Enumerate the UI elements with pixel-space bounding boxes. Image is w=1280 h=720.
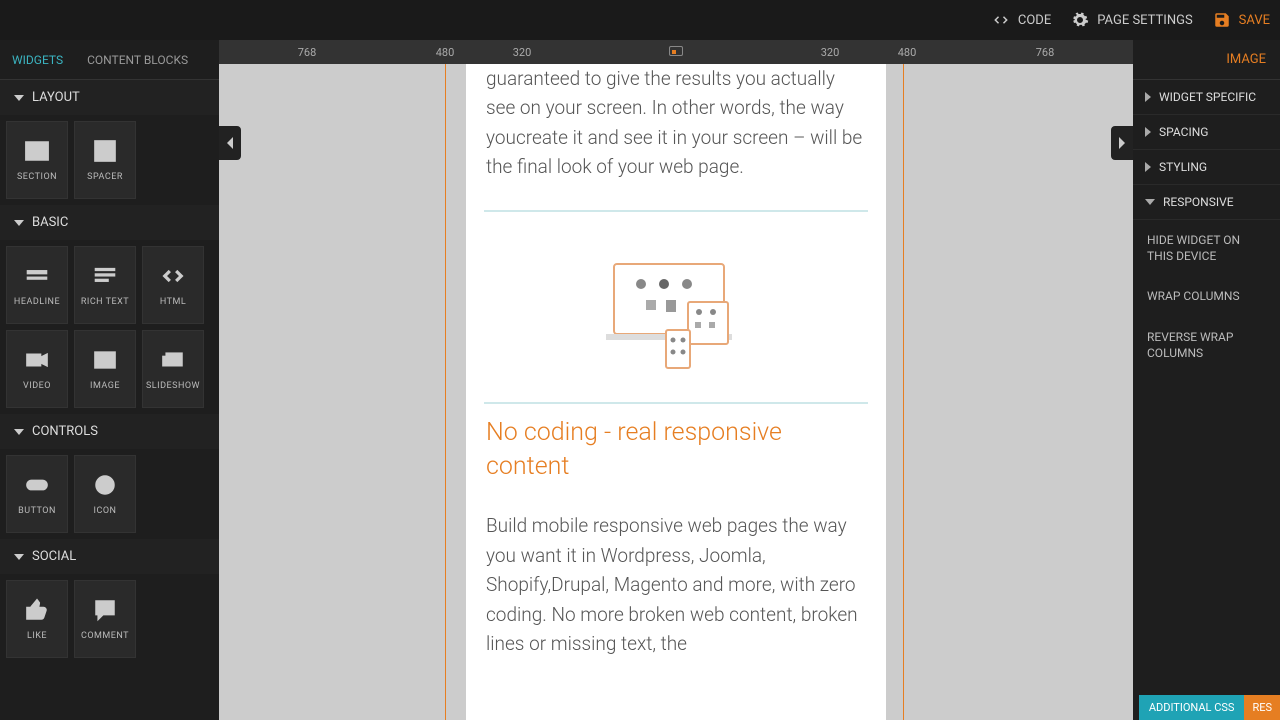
- widget-spacer[interactable]: SPACER: [74, 121, 136, 199]
- tab-widgets[interactable]: WIDGETS: [0, 40, 75, 79]
- widget-richtext[interactable]: RICH TEXT: [74, 246, 136, 324]
- widget-html[interactable]: HTML: [142, 246, 204, 324]
- canvas-prev-button[interactable]: [219, 126, 241, 160]
- save-button[interactable]: SAVE: [1213, 11, 1270, 29]
- tab-content-blocks[interactable]: CONTENT BLOCKS: [75, 40, 200, 79]
- reset-button[interactable]: RES: [1244, 695, 1280, 720]
- image-icon: [92, 347, 118, 373]
- ruler: 768 480 320 320 480 768: [219, 40, 1133, 64]
- properties-tab-image[interactable]: IMAGE: [1133, 40, 1280, 80]
- widget-slideshow[interactable]: SLIDESHOW: [142, 330, 204, 408]
- code-icon: [992, 11, 1010, 29]
- section-styling[interactable]: STYLING: [1133, 150, 1280, 185]
- widgets-panel: WIDGETS CONTENT BLOCKS LAYOUT SECTION SP…: [0, 40, 219, 720]
- widget-video[interactable]: VIDEO: [6, 330, 68, 408]
- widget-image[interactable]: IMAGE: [74, 330, 136, 408]
- top-toolbar: CODE PAGE SETTINGS SAVE: [0, 0, 1280, 40]
- headline-icon: [24, 263, 50, 289]
- richtext-icon: [92, 263, 118, 289]
- breakpoint-guide[interactable]: [445, 64, 446, 720]
- option-reverse-wrap[interactable]: REVERSE WRAP COLUMNS: [1133, 317, 1280, 373]
- group-social[interactable]: SOCIAL: [0, 539, 219, 574]
- button-icon: [24, 472, 50, 498]
- widget-button[interactable]: BUTTON: [6, 455, 68, 533]
- section-responsive[interactable]: RESPONSIVE: [1133, 185, 1280, 220]
- properties-panel: IMAGE WIDGET SPECIFIC SPACING STYLING RE…: [1133, 40, 1280, 720]
- section-icon: [24, 138, 50, 164]
- chevron-right-icon: [1117, 136, 1127, 150]
- page-settings-label: PAGE SETTINGS: [1097, 13, 1192, 28]
- breakpoint-guide[interactable]: [903, 64, 904, 720]
- like-icon: [24, 597, 50, 623]
- group-basic[interactable]: BASIC: [0, 205, 219, 240]
- widget-section[interactable]: SECTION: [6, 121, 68, 199]
- widget-headline[interactable]: HEADLINE: [6, 246, 68, 324]
- code-button[interactable]: CODE: [992, 11, 1051, 29]
- group-controls[interactable]: CONTROLS: [0, 414, 219, 449]
- body-text: guaranteed to give the results you actua…: [486, 64, 866, 182]
- body-text: Build mobile responsive web pages the wa…: [486, 511, 866, 658]
- devices-illustration-icon: [596, 256, 756, 376]
- page-settings-button[interactable]: PAGE SETTINGS: [1071, 11, 1192, 29]
- group-layout[interactable]: LAYOUT: [0, 80, 219, 115]
- section-divider: [484, 210, 868, 212]
- icon-icon: [92, 472, 118, 498]
- comment-icon: [92, 597, 118, 623]
- bottom-actions: ADDITIONAL CSS RES: [1139, 695, 1280, 720]
- widget-like[interactable]: LIKE: [6, 580, 68, 658]
- chevron-left-icon: [225, 136, 235, 150]
- section-widget-specific[interactable]: WIDGET SPECIFIC: [1133, 80, 1280, 115]
- canvas-next-button[interactable]: [1111, 126, 1133, 160]
- section-spacing[interactable]: SPACING: [1133, 115, 1280, 150]
- widget-comment[interactable]: COMMENT: [74, 580, 136, 658]
- page-preview[interactable]: guaranteed to give the results you actua…: [466, 64, 886, 720]
- option-hide-widget[interactable]: HIDE WIDGET ON THIS DEVICE: [1133, 220, 1280, 276]
- video-icon: [24, 347, 50, 373]
- device-indicator-icon: [669, 46, 683, 56]
- slideshow-icon: [160, 347, 186, 373]
- spacer-icon: [92, 138, 118, 164]
- save-label: SAVE: [1239, 13, 1270, 28]
- additional-css-button[interactable]: ADDITIONAL CSS: [1139, 695, 1245, 720]
- illustration: [484, 226, 868, 404]
- code-label: CODE: [1018, 13, 1051, 28]
- gear-icon: [1071, 11, 1089, 29]
- save-icon: [1213, 11, 1231, 29]
- widget-icon[interactable]: ICON: [74, 455, 136, 533]
- option-wrap-columns[interactable]: WRAP COLUMNS: [1133, 276, 1280, 316]
- html-icon: [160, 263, 186, 289]
- section-heading: No coding - real responsive content: [486, 416, 866, 484]
- canvas: 768 480 320 320 480 768 guaranteed to gi…: [219, 40, 1133, 720]
